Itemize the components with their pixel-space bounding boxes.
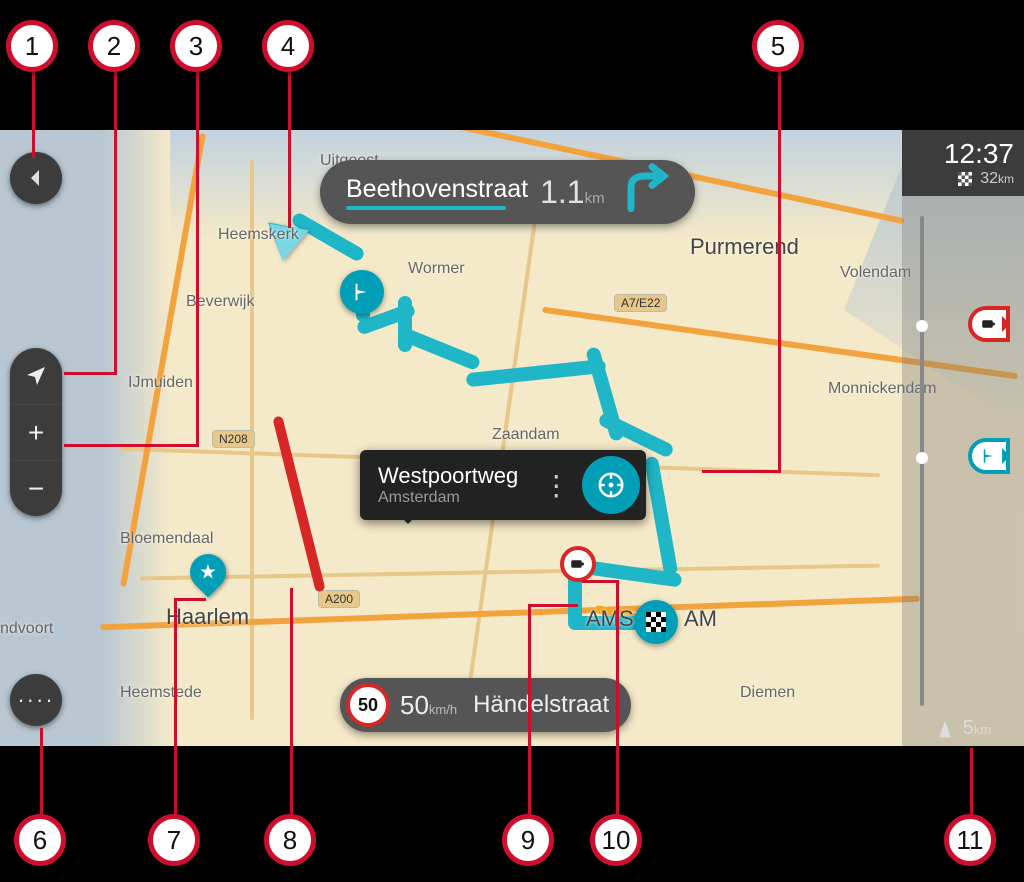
back-button[interactable] — [10, 152, 62, 204]
routebar-speed-camera[interactable] — [968, 306, 1010, 342]
next-instruction-panel[interactable]: Beethovenstraat 1.1km — [320, 160, 695, 224]
callout-4: 4 — [262, 20, 314, 72]
label-purmerend: Purmerend — [690, 234, 799, 260]
label-amsterdam-l: AMS — [586, 606, 634, 632]
current-street: Händelstraat — [473, 691, 609, 719]
routebar-scale: 5km — [902, 717, 1024, 740]
selected-location-title: Westpoortweg — [378, 463, 518, 489]
callout-11: 11 — [944, 814, 996, 866]
view-zoom-control: + − — [10, 348, 62, 516]
route-bar[interactable]: 12:37 32km — [902, 130, 1024, 746]
label-ijmuiden: IJmuiden — [128, 374, 193, 392]
map-canvas[interactable]: N208 A200 A7/E22 ★ — [0, 130, 1024, 746]
favourite-marker[interactable]: ★ — [183, 547, 234, 598]
label-zandvoort-cut: ndvoort — [0, 620, 53, 638]
label-haarlem: Haarlem — [166, 604, 249, 630]
selected-location-subtitle: Amsterdam — [378, 489, 518, 507]
arrival-panel[interactable]: 12:37 32km — [902, 130, 1024, 196]
selected-location-popup[interactable]: Westpoortweg Amsterdam ⋮ — [360, 450, 646, 520]
label-volendam: Volendam — [840, 264, 911, 282]
waypoint-flag-marker[interactable] — [340, 270, 384, 314]
road-shield-a7e22: A7/E22 — [614, 294, 667, 312]
callout-1: 1 — [6, 20, 58, 72]
arrival-clock: 12:37 — [912, 138, 1014, 170]
label-diemen: Diemen — [740, 684, 795, 702]
callout-5: 5 — [752, 20, 804, 72]
destination-marker[interactable] — [634, 600, 678, 644]
speed-limit-sign: 50 — [346, 683, 390, 727]
zoom-out-button[interactable]: − — [10, 460, 62, 516]
speed-street-panel[interactable]: 50 50km/h Händelstraat — [340, 678, 631, 732]
label-zaandam: Zaandam — [492, 426, 560, 444]
selected-location-more-button[interactable]: ⋮ — [536, 469, 576, 502]
next-street: Beethovenstraat — [346, 175, 528, 204]
road-shield-a200: A200 — [318, 590, 360, 608]
zoom-in-button[interactable]: + — [10, 404, 62, 460]
main-menu-button[interactable]: ···· — [10, 674, 62, 726]
traffic-red-segment — [272, 415, 325, 592]
current-speed: 50km/h — [400, 690, 457, 721]
callout-8: 8 — [264, 814, 316, 866]
road-shield-n208: N208 — [212, 430, 255, 448]
label-heemskerk: Heemskerk — [218, 226, 299, 244]
callout-2: 2 — [88, 20, 140, 72]
callout-6: 6 — [14, 814, 66, 866]
label-heemstede: Heemstede — [120, 684, 202, 702]
callout-9: 9 — [502, 814, 554, 866]
drive-to-button[interactable] — [582, 456, 640, 514]
next-distance: 1.1km — [540, 174, 604, 211]
callout-7: 7 — [148, 814, 200, 866]
turn-right-icon — [617, 162, 673, 223]
callout-3: 3 — [170, 20, 222, 72]
callout-10: 10 — [590, 814, 642, 866]
remaining-distance: 32km — [912, 170, 1014, 188]
speed-camera-marker[interactable] — [560, 546, 596, 582]
routebar-waypoint[interactable] — [968, 438, 1010, 474]
label-wormer: Wormer — [408, 260, 465, 278]
label-bloemendaal: Bloemendaal — [120, 530, 213, 548]
switch-view-button[interactable] — [10, 348, 62, 404]
label-amsterdam-r: AM — [684, 606, 717, 632]
